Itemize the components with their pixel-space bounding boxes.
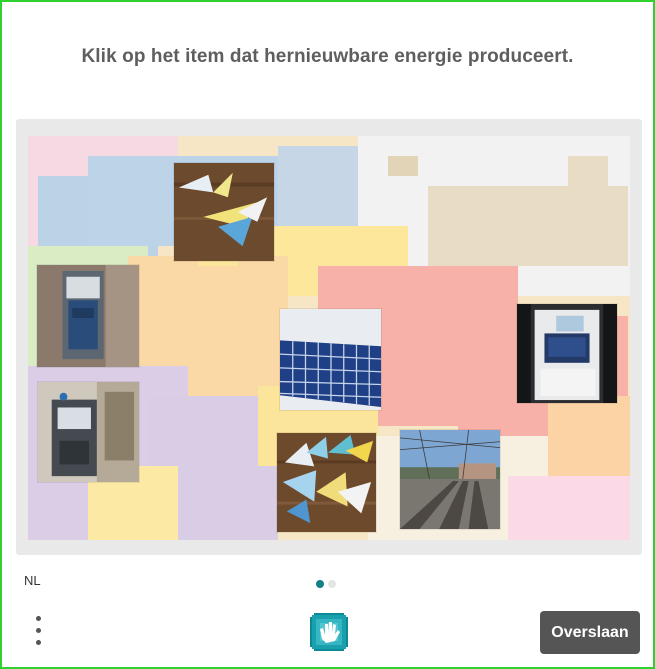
image-tile-railway-tracks[interactable] bbox=[399, 429, 501, 530]
page-dot-active bbox=[316, 580, 324, 588]
ticket-machine-image bbox=[38, 382, 139, 482]
image-tile-solar-panel[interactable] bbox=[279, 308, 382, 411]
kebab-menu-icon[interactable] bbox=[26, 616, 50, 648]
image-tile-origami-top[interactable] bbox=[173, 162, 275, 262]
challenge-board bbox=[16, 119, 642, 555]
solar-panel-image bbox=[280, 309, 381, 410]
ticket-machine-image bbox=[517, 304, 617, 403]
origami-image bbox=[277, 433, 376, 532]
image-tile-ticket-machine-1[interactable] bbox=[36, 264, 140, 368]
challenge-prompt: Klik op het item dat hernieuwbare energi… bbox=[81, 46, 574, 67]
language-label[interactable]: NL bbox=[24, 573, 41, 588]
captcha-frame: Klik op het item dat hernieuwbare energi… bbox=[0, 0, 655, 669]
challenge-canvas bbox=[28, 136, 630, 540]
image-tile-ticket-machine-2[interactable] bbox=[37, 381, 140, 483]
image-tile-ticket-machine-3[interactable] bbox=[516, 303, 618, 404]
origami-image bbox=[174, 163, 274, 261]
hand-logo-icon bbox=[310, 613, 348, 651]
image-tile-origami-bottom[interactable] bbox=[276, 432, 377, 533]
page-dot-inactive bbox=[328, 580, 336, 588]
skip-button[interactable]: Overslaan bbox=[540, 611, 640, 654]
ticket-machine-image bbox=[37, 265, 139, 367]
page-indicator bbox=[316, 575, 340, 593]
railway-tracks-image bbox=[400, 430, 500, 529]
